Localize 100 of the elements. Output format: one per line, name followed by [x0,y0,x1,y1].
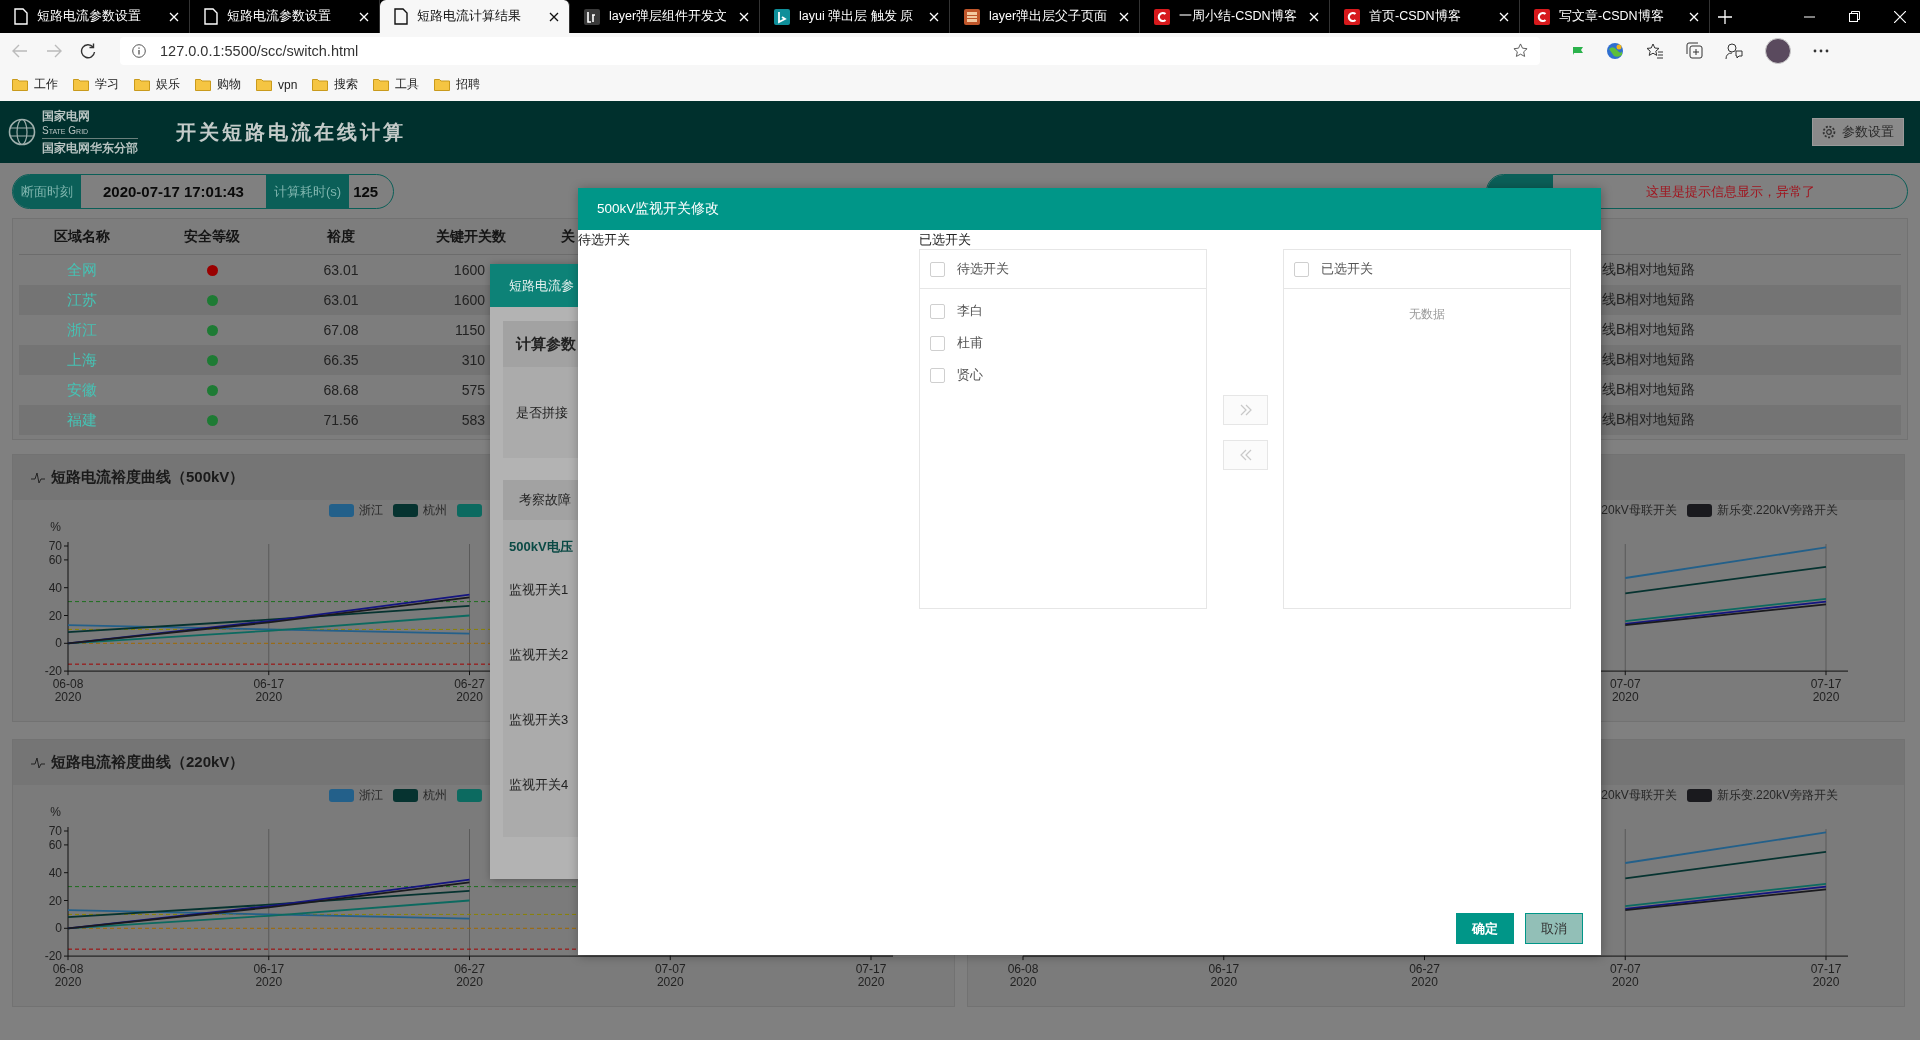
legend-swatch[interactable] [329,504,354,517]
bookmark-link[interactable]: vpn [278,77,298,92]
axis-label: 70 [48,539,62,553]
field-label: 监视开关1 [509,580,569,599]
cancel-button[interactable]: 取消 [1525,913,1583,944]
legend-label[interactable]: 新乐变.220kV旁路开关 [1716,787,1838,804]
checkbox[interactable] [930,261,945,277]
legend-swatch[interactable] [457,789,482,802]
info-icon[interactable] [132,43,146,58]
legend-swatch[interactable] [1686,789,1712,802]
folder-icon[interactable] [312,78,329,91]
legend-label[interactable]: 浙江 [359,787,383,804]
legend-label[interactable]: 杭州 [423,502,447,519]
legend-label[interactable]: 杭州 [423,787,447,804]
flag-icon[interactable] [1572,45,1584,56]
table-cell: 71.56 [323,412,359,428]
list-title: 待选开关 [957,260,1009,278]
table-cell: 63.01 [323,292,359,308]
bookmark-link[interactable]: 工作 [34,76,58,93]
table-cell: 1600 [453,292,485,308]
axis-label: 06-27 2020 [454,677,485,705]
pulse-icon [31,471,45,484]
table-cell: 线B相对地短路 [1602,261,1696,279]
legend-swatch[interactable] [393,504,418,517]
plus-icon[interactable] [1718,9,1732,24]
legend-label[interactable]: 浙江 [359,502,383,519]
legend-label[interactable]: 20kV母联开关 [1601,502,1677,519]
folder-icon[interactable] [256,78,272,91]
legend-swatch[interactable] [1686,504,1712,517]
minimize-icon[interactable] [1804,15,1815,18]
folder-icon[interactable] [195,78,211,91]
axis-label: 06-27 2020 [454,962,485,990]
axis-label: 06-08 2020 [52,677,84,705]
site-logo-icon [584,8,600,25]
address-bar[interactable]: 127.0.0.1:5500/scc/switch.html [120,36,1540,65]
avatar[interactable] [1765,37,1791,64]
legend-swatch[interactable] [393,789,418,802]
list-item[interactable]: 贤心 [957,366,983,384]
settings-button[interactable]: 参数设置 [1812,118,1904,146]
restore-icon[interactable] [1849,11,1860,22]
reload-icon[interactable] [80,42,96,59]
bookmark-link[interactable]: 工具 [395,76,420,93]
folder-icon[interactable] [134,78,150,91]
bookmark-link[interactable]: 学习 [95,76,119,93]
list-item[interactable]: 杜甫 [957,334,983,352]
star-icon[interactable] [1513,43,1528,58]
org-name: 国家电网 [42,108,91,125]
table-cell: 583 [461,412,485,428]
collections-icon[interactable] [1686,42,1703,59]
folder-icon[interactable] [373,78,390,91]
bookmark-link[interactable]: 娱乐 [156,76,180,93]
axis-label: 06-17 2020 [1208,962,1240,990]
axis-unit: % [50,806,61,819]
axis-label: 06-08 2020 [52,962,84,990]
folder-icon[interactable] [73,78,89,91]
folder-icon[interactable] [434,78,451,91]
browser-tab[interactable]: 短路电流计算结果 [380,0,570,33]
table-cell: 1150 [454,322,485,338]
checkbox[interactable] [1294,261,1309,277]
bookmark-link[interactable]: 搜索 [334,76,359,93]
double-chevron-left-icon [1239,449,1252,461]
bookmark-link[interactable]: 招聘 [456,76,481,93]
close-icon[interactable] [549,11,559,22]
table-cell: 1600 [453,262,485,278]
table-cell: 线B相对地短路 [1602,411,1696,429]
legend-swatch[interactable] [457,504,482,517]
bookmark-link[interactable]: 购物 [217,76,241,93]
site-logo-icon [1344,8,1360,25]
checkbox[interactable] [930,303,945,319]
axis-label: 70 [48,824,62,838]
branch-name: 国家电网华东分部 [42,140,138,156]
field-label: 待选开关 [578,231,630,249]
modal-title: 500kV监视开关修改 [578,188,1601,230]
checkbox[interactable] [930,367,945,383]
legend-swatch[interactable] [329,789,354,802]
feedback-icon[interactable] [1725,41,1743,60]
section-title: 计算参数 [516,334,576,354]
time-value: 2020-07-17 17:01:43 [102,182,245,202]
checkbox[interactable] [930,335,945,351]
table-cell: 66.35 [323,352,359,368]
folder-icon[interactable] [12,78,28,91]
axis-label: -20 [44,664,62,679]
more-icon[interactable] [1813,48,1829,53]
legend-label[interactable]: 新乐变.220kV旁路开关 [1716,502,1838,519]
axis-label: 0 [55,921,62,936]
site-logo-icon [774,8,790,25]
time-label: 断面时刻 [13,175,81,208]
field-label: 监视开关3 [509,710,569,729]
favorites-icon[interactable] [1646,42,1664,59]
empty-text: 无数据 [1409,307,1445,321]
legend-label[interactable]: 20kV母联开关 [1601,787,1677,804]
globe-icon[interactable] [1606,41,1624,60]
confirm-button[interactable]: 确定 [1456,913,1514,944]
axis-label: 60 [48,552,62,567]
axis-label: 40 [48,865,62,880]
list-item[interactable]: 李白 [957,302,983,320]
field-label: 已选开关 [919,231,971,249]
org-name-english: State Grid [42,125,138,139]
column-header: 裕度 [327,227,355,246]
pulse-icon [31,756,45,769]
